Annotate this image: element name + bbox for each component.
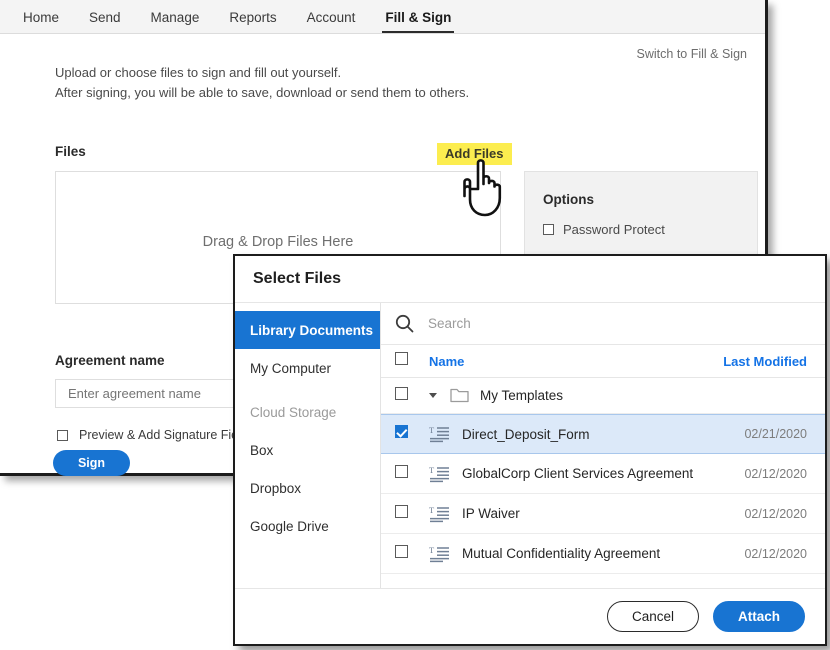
chevron-down-icon[interactable] [429, 393, 437, 398]
search-input[interactable] [426, 303, 825, 344]
top-navigation-bar: Home Send Manage Reports Account Fill & … [0, 0, 765, 34]
row-checkbox[interactable] [395, 504, 408, 518]
column-header-last-modified[interactable]: Last Modified [723, 354, 811, 369]
row-checkbox[interactable] [395, 464, 408, 478]
table-row[interactable]: T IP Waiver 02/12/2020 [381, 494, 825, 534]
folder-icon [450, 388, 469, 403]
nav-item-label: Home [23, 9, 60, 25]
drop-zone-label: Drag & Drop Files Here [202, 234, 354, 250]
document-template-icon: T [429, 465, 449, 482]
row-checkbox-cell [395, 544, 429, 563]
row-checkbox-cell [395, 425, 429, 443]
search-icon [395, 314, 414, 333]
select-files-dialog: Select Files Library Documents My Comput… [233, 254, 827, 646]
screenshot-root: Home Send Manage Reports Account Fill & … [0, 0, 830, 650]
nav-item-account[interactable]: Account [292, 0, 371, 34]
sidebar-item-label: Google Drive [250, 518, 329, 534]
nav-item-list: Home Send Manage Reports Account Fill & … [0, 0, 765, 34]
nav-item-label: Reports [229, 9, 277, 25]
folder-label: My Templates [480, 388, 564, 403]
folder-row-my-templates[interactable]: My Templates [381, 378, 825, 414]
sidebar-item-google-drive[interactable]: Google Drive [235, 507, 380, 545]
document-template-icon: T [429, 545, 449, 562]
nav-item-reports[interactable]: Reports [214, 0, 291, 34]
password-protect-checkbox[interactable] [543, 224, 554, 235]
option-password-protect[interactable]: Password Protect [543, 222, 665, 237]
folder-checkbox-cell [395, 386, 429, 405]
search-bar [381, 303, 825, 345]
dialog-footer: Cancel Attach [235, 588, 825, 644]
sidebar-item-label: My Computer [250, 360, 332, 376]
row-checkbox-cell [395, 464, 429, 483]
nav-item-home[interactable]: Home [8, 0, 74, 34]
preview-signature-fields-checkbox[interactable] [57, 429, 68, 441]
row-checkbox[interactable] [395, 544, 408, 558]
preview-add-signature-fields-option[interactable]: Preview & Add Signature Fields [57, 428, 254, 442]
sidebar-section-cloud-storage: Cloud Storage [235, 393, 380, 431]
intro-text: Upload or choose files to sign and fill … [55, 63, 469, 103]
row-file-name: Mutual Confidentiality Agreement [462, 546, 661, 561]
row-name-cell: T GlobalCorp Client Services Agreement [429, 465, 744, 483]
dialog-file-browser: Name Last Modified My Templat [381, 303, 825, 588]
table-row[interactable]: T Mutual Confidentiality Agreement 02/12… [381, 534, 825, 574]
table-row[interactable]: T GlobalCorp Client Services Agreement 0… [381, 454, 825, 494]
sidebar-item-my-computer[interactable]: My Computer [235, 349, 380, 387]
nav-item-label: Manage [150, 9, 200, 25]
add-files-button[interactable]: Add Files [437, 143, 512, 165]
files-section-label: Files [55, 144, 86, 159]
nav-item-fill-and-sign[interactable]: Fill & Sign [370, 0, 466, 34]
sidebar-item-label: Dropbox [250, 480, 302, 496]
select-all-checkbox[interactable] [395, 352, 408, 365]
row-name-cell: T IP Waiver [429, 505, 744, 523]
row-last-modified: 02/12/2020 [744, 546, 807, 561]
row-file-name: Direct_Deposit_Form [462, 426, 590, 442]
agreement-name-label: Agreement name [55, 353, 165, 368]
password-protect-label: Password Protect [563, 222, 665, 237]
sidebar-section-label: Cloud Storage [250, 404, 337, 420]
cancel-button[interactable]: Cancel [607, 601, 699, 632]
sidebar-item-dropbox[interactable]: Dropbox [235, 469, 380, 507]
file-list-header: Name Last Modified [381, 345, 825, 378]
nav-item-send[interactable]: Send [74, 0, 136, 34]
nav-item-manage[interactable]: Manage [136, 0, 215, 34]
dialog-body: Library Documents My Computer Cloud Stor… [235, 302, 825, 588]
row-checkbox-cell [395, 504, 429, 523]
dialog-source-sidebar: Library Documents My Computer Cloud Stor… [235, 303, 381, 588]
row-name-cell: T Direct_Deposit_Form [429, 425, 744, 443]
row-checkbox[interactable] [395, 425, 408, 438]
file-list: My Templates T Direct_Deposit_Form 02/21… [381, 378, 825, 588]
row-last-modified: 02/21/2020 [744, 427, 807, 441]
svg-text:T: T [429, 545, 435, 555]
row-file-name: GlobalCorp Client Services Agreement [462, 466, 694, 481]
preview-signature-fields-label: Preview & Add Signature Fields [79, 428, 255, 442]
attach-button[interactable]: Attach [713, 601, 805, 632]
column-header-name[interactable]: Name [429, 354, 723, 369]
sidebar-item-box[interactable]: Box [235, 431, 380, 469]
select-all-cell [395, 352, 429, 370]
row-last-modified: 02/12/2020 [744, 506, 807, 521]
nav-item-label: Send [89, 9, 121, 25]
svg-text:T: T [429, 425, 435, 435]
svg-text:T: T [429, 505, 435, 515]
sign-button[interactable]: Sign [53, 450, 130, 476]
row-name-cell: T Mutual Confidentiality Agreement [429, 545, 744, 563]
svg-text:T: T [429, 465, 435, 475]
document-template-icon: T [429, 505, 449, 522]
row-last-modified: 02/12/2020 [744, 466, 807, 481]
table-row[interactable]: T Direct_Deposit_Form 02/21/2020 [381, 414, 825, 454]
sidebar-item-label: Box [250, 442, 274, 458]
folder-checkbox[interactable] [395, 386, 408, 400]
dialog-title: Select Files [253, 270, 342, 287]
options-title: Options [543, 192, 594, 207]
row-file-name: IP Waiver [462, 506, 520, 521]
sidebar-item-library-documents[interactable]: Library Documents [235, 311, 380, 349]
sidebar-item-label: Library Documents [250, 322, 374, 338]
intro-line-2: After signing, you will be able to save,… [55, 85, 470, 100]
document-template-icon: T [429, 425, 449, 443]
nav-item-label: Fill & Sign [385, 9, 452, 25]
folder-name-cell: My Templates [429, 388, 811, 403]
nav-item-label: Account [306, 9, 356, 25]
intro-line-1: Upload or choose files to sign and fill … [55, 65, 342, 80]
switch-to-fill-and-sign-link[interactable]: Switch to Fill & Sign [637, 47, 747, 61]
